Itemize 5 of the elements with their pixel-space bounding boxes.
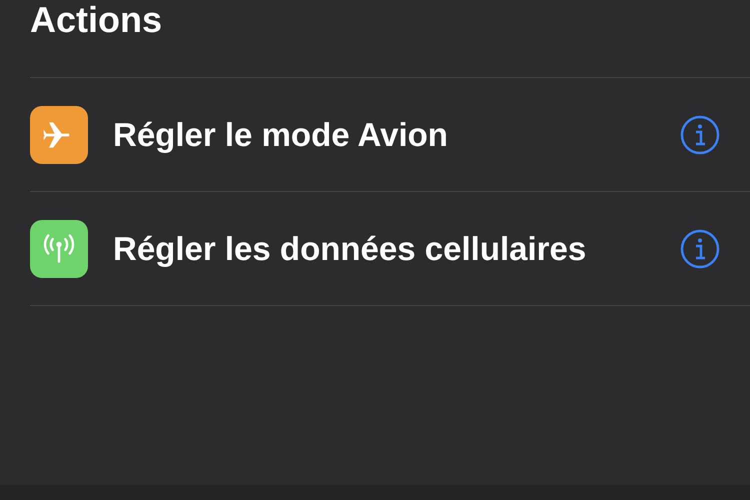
- info-icon[interactable]: [680, 114, 720, 154]
- info-icon[interactable]: [680, 228, 720, 268]
- action-label[interactable]: Régler le mode Avion: [113, 110, 680, 160]
- section-title: Actions: [30, 0, 162, 40]
- action-label[interactable]: Régler les données cellulaires: [113, 224, 680, 274]
